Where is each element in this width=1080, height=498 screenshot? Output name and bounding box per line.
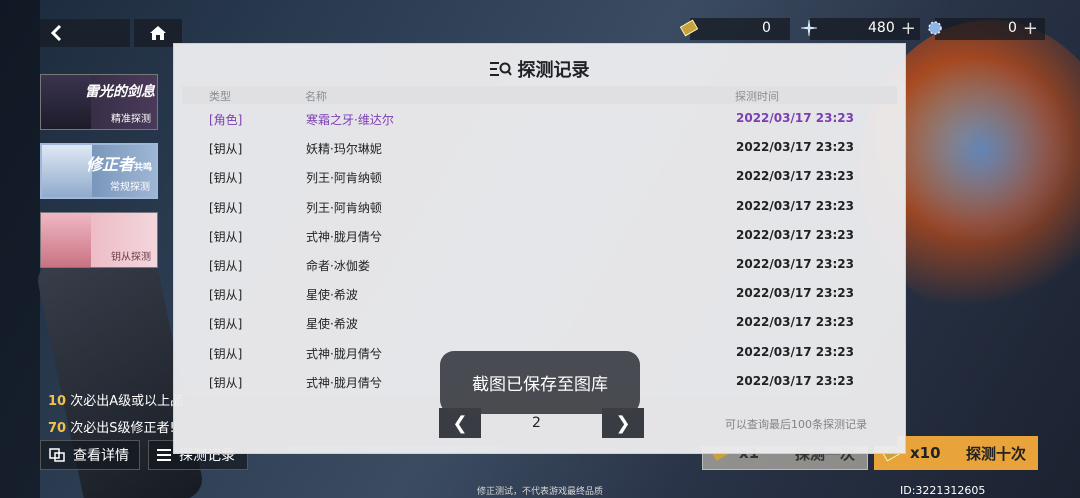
table-row: [钥从] 式神·胧月倩兮 2022/03/17 23:23	[182, 221, 897, 250]
column-time: 探测时间	[735, 90, 779, 103]
explore-ten-label: 探测十次	[965, 444, 1026, 463]
currency-gem-value: 0 +	[1008, 16, 1038, 40]
back-arrow-icon	[50, 25, 62, 41]
row-time: 2022/03/17 23:23	[736, 344, 854, 359]
currency-gem	[926, 16, 944, 40]
view-details-label: 查看详情	[73, 448, 129, 464]
banner-subtitle: 精准探测	[111, 114, 151, 125]
pity-hint-a: 10 次必出A级或以上品	[48, 394, 184, 409]
row-type: [钥从]	[209, 200, 243, 215]
row-time: 2022/03/17 23:23	[736, 286, 854, 301]
list-icon	[157, 449, 171, 461]
table-row: [钥从] 列王·阿肯纳顿 2022/03/17 23:23	[182, 192, 897, 221]
currency-crystal	[800, 16, 818, 40]
crystal-icon	[800, 19, 818, 37]
row-name: 式神·胧月倩兮	[306, 375, 382, 390]
row-type: [钥从]	[209, 317, 243, 332]
column-name: 名称	[305, 90, 327, 103]
screenshot-saved-toast: 截图已保存至图库	[440, 351, 640, 414]
row-time: 2022/03/17 23:23	[736, 169, 854, 184]
row-type: [钥从]	[209, 346, 243, 361]
banner-subtitle: 钥从探测	[111, 252, 151, 263]
table-header: 类型 名称 探测时间	[182, 86, 897, 104]
table-row: [钥从] 星使·希波 2022/03/17 23:23	[182, 308, 897, 337]
table-row: [钥从] 命者·冰伽娄 2022/03/17 23:23	[182, 250, 897, 279]
home-icon	[150, 26, 166, 40]
banner-title: 雷光的剑息	[85, 84, 155, 100]
column-type: 类型	[209, 90, 231, 103]
banner-key-servant[interactable]: 钥从探测	[40, 212, 158, 268]
row-name: 式神·胧月倩兮	[306, 346, 382, 361]
table-row: [角色] 寒霜之牙·维达尔 2022/03/17 23:23	[182, 104, 897, 133]
ticket-icon	[680, 19, 698, 37]
currency-value: 0	[1008, 20, 1017, 36]
record-limit-note: 可以查询最后100条探测记录	[725, 418, 867, 431]
explore-ten-count: x10	[910, 444, 941, 462]
back-button[interactable]	[40, 19, 130, 47]
row-type: [钥从]	[209, 288, 243, 303]
row-name: 式神·胧月倩兮	[306, 229, 382, 244]
currency-value: 480	[868, 20, 895, 36]
modal-title-text: 探测记录	[517, 60, 590, 81]
row-time: 2022/03/17 23:23	[736, 140, 854, 155]
user-id: ID:3221312605	[900, 484, 986, 497]
row-type: [角色]	[209, 113, 243, 127]
banner-corrector[interactable]: 修正者共鸣 常规探测	[40, 143, 158, 199]
add-gem-button[interactable]: +	[1023, 18, 1038, 39]
row-name: 星使·希波	[306, 317, 358, 332]
banner-subtitle: 常规探测	[110, 182, 150, 193]
row-time: 2022/03/17 23:23	[736, 111, 854, 125]
currency-ticket-value: 0	[762, 16, 771, 40]
pity-hint-s: 70 次必出S级修正者!	[48, 421, 175, 436]
row-type: [钥从]	[209, 142, 243, 157]
row-name: 妖精·玛尔琳妮	[306, 142, 382, 157]
table-row: [钥从] 列王·阿肯纳顿 2022/03/17 23:23	[182, 162, 897, 191]
row-time: 2022/03/17 23:23	[736, 227, 854, 242]
row-type: [钥从]	[209, 375, 243, 390]
currency-ticket	[680, 16, 698, 40]
row-name: 列王·阿肯纳顿	[306, 200, 382, 215]
row-name: 列王·阿肯纳顿	[306, 171, 382, 186]
banner-portrait	[41, 75, 91, 129]
row-name: 寒霜之牙·维达尔	[306, 113, 394, 127]
row-type: [钥从]	[209, 259, 243, 273]
snowflake-gem-icon	[928, 21, 942, 35]
modal-title: 探测记录	[174, 56, 905, 82]
page-number: 2	[532, 415, 541, 431]
view-details-button[interactable]: 查看详情	[40, 440, 140, 470]
row-name: 星使·希波	[306, 288, 358, 303]
banner-portrait	[42, 145, 92, 197]
row-time: 2022/03/17 23:23	[736, 257, 854, 271]
banner-title: 修正者共鸣	[86, 155, 153, 174]
row-time: 2022/03/17 23:23	[736, 315, 854, 330]
row-type: [钥从]	[209, 171, 243, 186]
banner-portrait	[41, 213, 91, 267]
banner-thunder-blade[interactable]: 雷光的剑息 精准探测	[40, 74, 158, 130]
currency-crystal-value: 480 +	[868, 16, 916, 40]
row-time: 2022/03/17 23:23	[736, 198, 854, 213]
currency-ticket-bar	[690, 18, 790, 40]
record-search-icon	[489, 62, 512, 76]
table-row: [钥从] 星使·希波 2022/03/17 23:23	[182, 279, 897, 308]
details-icon	[49, 448, 65, 462]
row-time: 2022/03/17 23:23	[736, 373, 854, 388]
row-name: 命者·冰伽娄	[306, 259, 370, 273]
currency-value: 0	[762, 20, 771, 36]
row-type: [钥从]	[209, 229, 243, 244]
table-row: [钥从] 妖精·玛尔琳妮 2022/03/17 23:23	[182, 133, 897, 162]
add-crystal-button[interactable]: +	[901, 18, 916, 39]
